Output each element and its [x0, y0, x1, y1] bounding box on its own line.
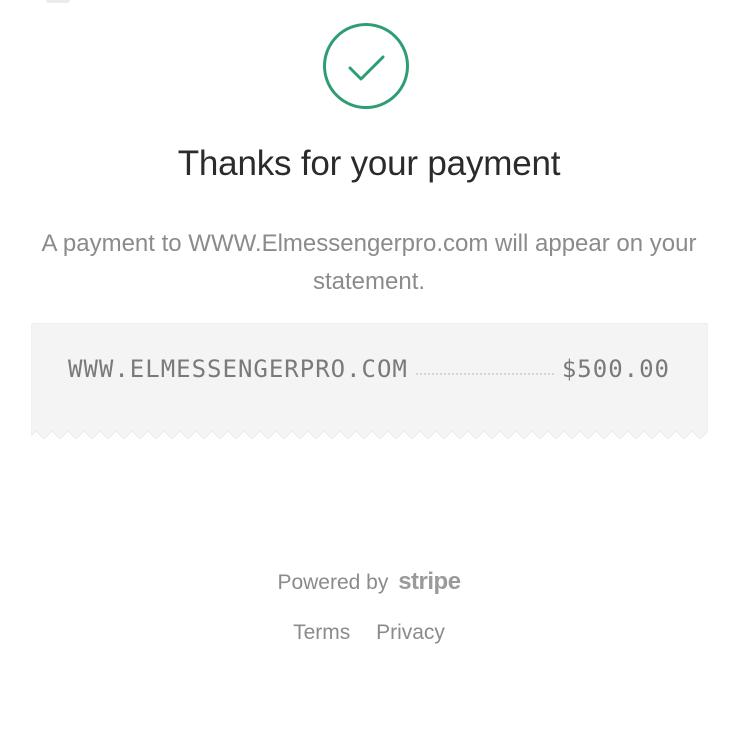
- stripe-logo[interactable]: stripe: [398, 568, 461, 595]
- success-check-icon: [323, 23, 409, 109]
- privacy-link[interactable]: Privacy: [376, 621, 445, 644]
- top-edge-shape: [46, 0, 70, 3]
- receipt-line-item: WWW.ELMESSENGERPRO.COM $500.00: [68, 355, 670, 383]
- page-title: Thanks for your payment: [177, 144, 561, 183]
- powered-by-label: Powered by: [277, 571, 389, 594]
- check-icon: [348, 55, 385, 81]
- merchant-name: WWW.ELMESSENGERPRO.COM: [68, 355, 408, 383]
- footer-links: Terms Privacy: [0, 621, 738, 645]
- payment-amount: $500.00: [561, 355, 670, 383]
- powered-by-stripe[interactable]: Powered by stripe: [0, 568, 738, 596]
- receipt-card: WWW.ELMESSENGERPRO.COM $500.00: [31, 323, 708, 443]
- payment-description: A payment to WWW.Elmessengerpro.com will…: [41, 230, 697, 295]
- receipt-background: [31, 323, 708, 440]
- terms-link[interactable]: Terms: [293, 621, 350, 644]
- dotted-leader: [415, 372, 554, 375]
